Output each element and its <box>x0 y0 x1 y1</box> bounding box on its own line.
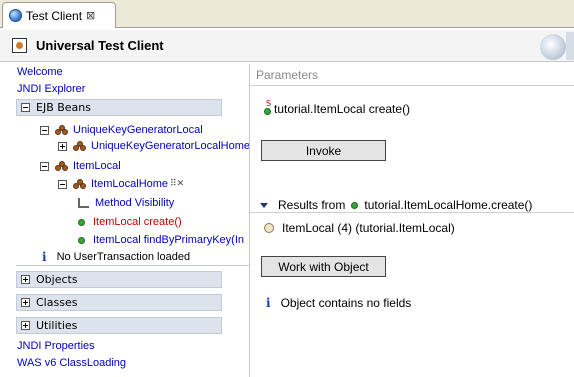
parameters-title: Parameters <box>256 68 319 82</box>
tree-item-itemlocal[interactable]: ItemLocal <box>40 160 121 172</box>
results-divider <box>250 212 574 213</box>
page-header: Universal Test Client <box>0 30 574 62</box>
header-edge-button <box>566 32 574 60</box>
page-title: Universal Test Client <box>36 38 164 53</box>
public-method-icon <box>351 201 359 209</box>
tree-item-unique-key-generator[interactable]: UniqueKeyGeneratorLocal <box>40 124 203 136</box>
section-label: Classes <box>36 296 78 309</box>
expand-icon[interactable] <box>21 321 30 330</box>
no-fields-status: i Object contains no fields <box>266 296 411 310</box>
title-divider <box>250 85 574 86</box>
ejb-home-icon <box>73 178 87 190</box>
tree-label[interactable]: UniqueKeyGeneratorLocalHome <box>91 140 250 152</box>
no-transaction-status: i No UserTransaction loaded <box>42 250 190 264</box>
object-instance-icon <box>264 223 274 233</box>
globe-icon <box>9 9 22 22</box>
collapse-triangle-icon[interactable] <box>260 202 268 208</box>
decorative-orb-icon <box>540 34 566 60</box>
tree-label[interactable]: ItemLocal <box>73 160 121 172</box>
section-label: Objects <box>36 273 78 286</box>
section-objects[interactable]: Objects <box>16 271 222 288</box>
work-with-object-button[interactable]: Work with Object <box>261 256 386 277</box>
tree-label[interactable]: ItemLocalHome <box>91 178 168 190</box>
results-method: tutorial.ItemLocalHome.create() <box>364 198 533 212</box>
section-classes[interactable]: Classes <box>16 294 222 311</box>
parameters-panel: Parameters S tutorial.ItemLocal create()… <box>250 64 574 377</box>
navigation-panel: Welcome JNDI Explorer EJB Beans UniqueKe… <box>14 64 250 377</box>
nav-welcome-link[interactable]: Welcome <box>17 66 63 78</box>
collapse-icon[interactable] <box>40 161 49 171</box>
tab-label: Test Client <box>26 8 83 23</box>
tree-item-create-method[interactable]: ItemLocal create() <box>78 216 182 228</box>
tree-label[interactable]: ItemLocal findByPrimaryKey(In <box>93 234 244 246</box>
public-method-icon <box>78 236 85 244</box>
ejb-home-icon <box>73 140 87 152</box>
tab-test-client[interactable]: Test Client ⊠ <box>2 2 116 28</box>
nav-jndi-explorer-link[interactable]: JNDI Explorer <box>17 83 85 95</box>
editor-tab-strip: Test Client ⊠ <box>0 0 574 28</box>
no-fields-text: Object contains no fields <box>280 296 412 310</box>
result-object: ItemLocal (4) (tutorial.ItemLocal) <box>264 221 455 235</box>
ejb-beans-icon <box>55 160 69 172</box>
tree-item-unique-key-generator-home[interactable]: UniqueKeyGeneratorLocalHome <box>58 140 250 152</box>
info-icon: i <box>266 296 271 310</box>
status-text: No UserTransaction loaded <box>56 251 191 263</box>
expand-icon[interactable] <box>58 141 67 151</box>
tree-item-find-by-primary-key[interactable]: ItemLocal findByPrimaryKey(In <box>78 234 244 246</box>
info-icon: i <box>42 250 47 264</box>
collapse-icon[interactable] <box>58 179 67 189</box>
collapse-icon[interactable] <box>40 125 49 135</box>
remove-from-tree-icon[interactable]: ⠿✕ <box>170 179 184 189</box>
result-object-text: ItemLocal (4) (tutorial.ItemLocal) <box>282 221 455 235</box>
ejb-beans-icon <box>55 124 69 136</box>
static-method-icon: S <box>262 99 272 116</box>
tree-item-itemlocalhome[interactable]: ItemLocalHome ⠿✕ <box>58 178 184 190</box>
method-visibility-icon <box>78 198 89 208</box>
results-prefix: Results from <box>278 198 346 212</box>
tree-label[interactable]: UniqueKeyGeneratorLocal <box>73 124 203 136</box>
expand-icon[interactable] <box>21 275 30 284</box>
expand-icon[interactable] <box>21 298 30 307</box>
method-signature: S tutorial.ItemLocal create() <box>262 99 411 116</box>
tree-item-method-visibility[interactable]: Method Visibility <box>78 197 174 209</box>
method-signature-text: tutorial.ItemLocal create() <box>274 102 411 116</box>
tree-label[interactable]: Method Visibility <box>95 197 174 209</box>
nav-was-classloading-link[interactable]: WAS v6 ClassLoading <box>17 357 126 369</box>
invoke-button[interactable]: Invoke <box>261 140 386 161</box>
public-method-icon <box>78 218 85 226</box>
results-header[interactable]: Results from tutorial.ItemLocalHome.crea… <box>260 198 532 212</box>
tree-label[interactable]: ItemLocal create() <box>93 216 182 228</box>
test-client-logo-icon <box>12 38 27 53</box>
section-utilities[interactable]: Utilities <box>16 317 222 334</box>
nav-jndi-properties-link[interactable]: JNDI Properties <box>17 340 95 352</box>
close-icon[interactable]: ⊠ <box>86 9 95 22</box>
section-label: Utilities <box>36 319 78 332</box>
